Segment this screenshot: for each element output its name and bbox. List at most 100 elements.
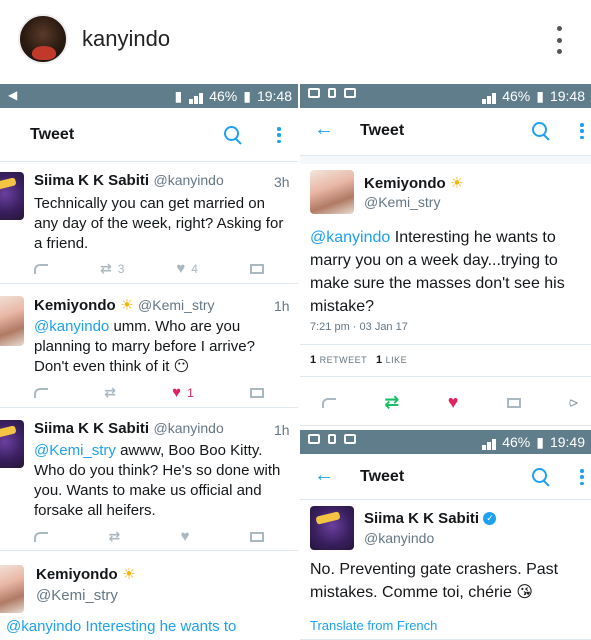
search-icon[interactable] xyxy=(532,122,550,140)
avatar[interactable] xyxy=(0,172,24,220)
like-button[interactable]: ♥ 4 xyxy=(176,260,198,277)
screen-title: Tweet xyxy=(360,122,405,139)
battery-icon: ▮ xyxy=(536,87,544,104)
like-button[interactable]: ♥ 1 xyxy=(172,384,194,401)
overflow-menu-icon[interactable] xyxy=(277,127,281,143)
screen-title: Tweet xyxy=(360,468,405,485)
reply-button[interactable] xyxy=(34,263,48,274)
more-options-icon[interactable] xyxy=(552,26,566,54)
app-bar: ← Tweet xyxy=(300,454,591,500)
tweet-author-handle[interactable]: @Kemi_stry xyxy=(138,297,214,313)
retweet-button[interactable]: ⇄ xyxy=(104,384,116,401)
tweet-author-handle[interactable]: @kanyindo xyxy=(153,172,223,188)
dm-button[interactable] xyxy=(249,387,264,398)
battery-icon: ▮ xyxy=(243,87,251,104)
retweet-icon[interactable]: ⇄ xyxy=(384,392,399,413)
retweet-count: 3 xyxy=(117,261,125,276)
tweet-actions: ⇄ 3 ♥ 4 xyxy=(34,260,264,277)
verified-badge-icon: ✓ xyxy=(483,512,497,526)
reply-icon xyxy=(34,531,48,542)
dm-button[interactable] xyxy=(250,531,264,542)
tweet-text: Technically you can get married on any d… xyxy=(34,195,284,252)
tweet-time: 1h xyxy=(274,422,290,438)
retweet-icon: ⇄ xyxy=(104,384,116,400)
avatar[interactable] xyxy=(0,420,24,468)
signal-icon xyxy=(481,88,497,104)
left-screenshot: ◀ ▮ 46% ▮ 19:48 Tweet Siima K K Sabiti @… xyxy=(0,84,298,640)
reply-icon xyxy=(34,387,48,398)
share-icon[interactable]: ⪧ xyxy=(569,394,578,412)
avatar[interactable] xyxy=(0,565,24,613)
retweet-button[interactable]: ⇄ xyxy=(108,528,120,545)
back-arrow-icon[interactable]: ← xyxy=(314,118,334,141)
tweet-text: @Kemi_stry awww, Boo Boo Kitty. Who do y… xyxy=(34,442,281,519)
right-bottom-screenshot: 46% ▮ 19:49 ← Tweet Siima K K Sabiti ✓ @… xyxy=(300,430,591,640)
heart-icon[interactable]: ♥ xyxy=(448,392,459,413)
back-arrow-icon[interactable]: ← xyxy=(314,464,334,487)
right-top-screenshot: 46% ▮ 19:48 ← Tweet Kemiyondo ☀ @Kemi_st… xyxy=(300,84,591,426)
retweet-button[interactable]: ⇄ 3 xyxy=(100,260,124,277)
retweet-total: 1 xyxy=(310,354,317,366)
reply-button[interactable] xyxy=(34,387,48,398)
like-label[interactable]: LIKE xyxy=(386,355,408,365)
tweet-author-handle[interactable]: @kanyindo xyxy=(153,420,223,436)
retweet-icon: ⇄ xyxy=(99,260,112,276)
tweet-author-name[interactable]: Kemiyondo xyxy=(34,297,116,314)
tweet-card[interactable]: Siima K K Sabiti @kanyindo 3h Technicall… xyxy=(0,162,298,284)
search-icon[interactable] xyxy=(224,126,242,144)
envelope-icon[interactable] xyxy=(506,397,521,408)
avatar[interactable] xyxy=(310,170,354,214)
tweet-author-handle[interactable]: @kanyindo xyxy=(364,530,434,546)
battery-percent: 46% xyxy=(502,88,531,104)
sun-emoji-icon: ☀ xyxy=(450,175,464,192)
heart-icon: ♥ xyxy=(176,260,186,277)
profile-header: kanyindo xyxy=(0,0,591,82)
clock: 19:48 xyxy=(256,88,292,104)
translate-link[interactable]: Translate from French xyxy=(310,618,437,633)
envelope-icon xyxy=(250,531,264,542)
status-bar: 46% ▮ 19:48 xyxy=(300,84,591,108)
tweet-author-name[interactable]: Kemiyondo xyxy=(36,566,118,583)
tweet-author-name[interactable]: Siima K K Sabiti xyxy=(364,510,479,527)
like-count: 1 xyxy=(187,385,194,400)
mention-link[interactable]: @kanyindo xyxy=(310,229,390,246)
tweet-card[interactable]: Kemiyondo ☀ @Kemi_stry 1h @kanyindo umm.… xyxy=(0,284,298,408)
retweet-label[interactable]: RETWEET xyxy=(320,355,367,365)
sun-emoji-icon: ☀ xyxy=(122,566,136,583)
tweet-author-name[interactable]: Siima K K Sabiti xyxy=(34,420,149,437)
mention-link[interactable]: @Kemi_stry xyxy=(34,442,116,459)
tweet-actions: ⇄ ♥ 1 xyxy=(34,384,264,401)
search-icon[interactable] xyxy=(532,468,550,486)
screen-title: Tweet xyxy=(30,126,75,143)
reply-button[interactable] xyxy=(34,531,48,542)
mention-link[interactable]: @kanyindo xyxy=(34,318,109,335)
tweet-timestamp: 7:21 pm · 03 Jan 17 xyxy=(310,321,408,333)
battery-percent: 46% xyxy=(209,88,238,104)
tweet-actions: ⇄ ♥ ⪧ xyxy=(322,392,578,413)
like-total: 1 xyxy=(376,354,383,366)
app-bar: Tweet xyxy=(0,108,298,162)
envelope-icon xyxy=(249,263,264,274)
tweet-author-name[interactable]: Kemiyondo xyxy=(364,175,446,192)
tweet-text: No. Preventing gate crashers. Past mista… xyxy=(310,561,559,601)
envelope-icon xyxy=(249,387,264,398)
profile-avatar[interactable] xyxy=(18,14,68,64)
avatar[interactable] xyxy=(0,296,24,346)
overflow-menu-icon[interactable] xyxy=(580,123,584,139)
heart-icon: ♥ xyxy=(172,384,182,401)
tweet-card[interactable]: Siima K K Sabiti @kanyindo 1h @Kemi_stry… xyxy=(0,408,298,551)
reply-icon[interactable] xyxy=(322,397,336,408)
tweet-text: @kanyindo Interesting he wants to marry … xyxy=(310,229,565,315)
profile-username[interactable]: kanyindo xyxy=(82,26,170,52)
tweet-author-name[interactable]: Siima K K Sabiti xyxy=(34,172,149,189)
avatar[interactable] xyxy=(310,506,354,550)
dm-button[interactable] xyxy=(249,263,264,274)
tweet-author-handle[interactable]: @Kemi_stry xyxy=(36,587,118,604)
overflow-menu-icon[interactable] xyxy=(580,469,584,485)
tweet-author-handle[interactable]: @Kemi_stry xyxy=(364,194,440,210)
tweet-detail: Kemiyondo ☀ @Kemi_stry @kanyindo Interes… xyxy=(300,156,591,426)
tweet-time: 3h xyxy=(274,174,290,190)
like-button[interactable]: ♥ xyxy=(181,528,190,545)
clock: 19:48 xyxy=(549,88,585,104)
tweet-card[interactable]: Kemiyondo ☀ @Kemi_stry @kanyindo Interes… xyxy=(0,551,298,640)
